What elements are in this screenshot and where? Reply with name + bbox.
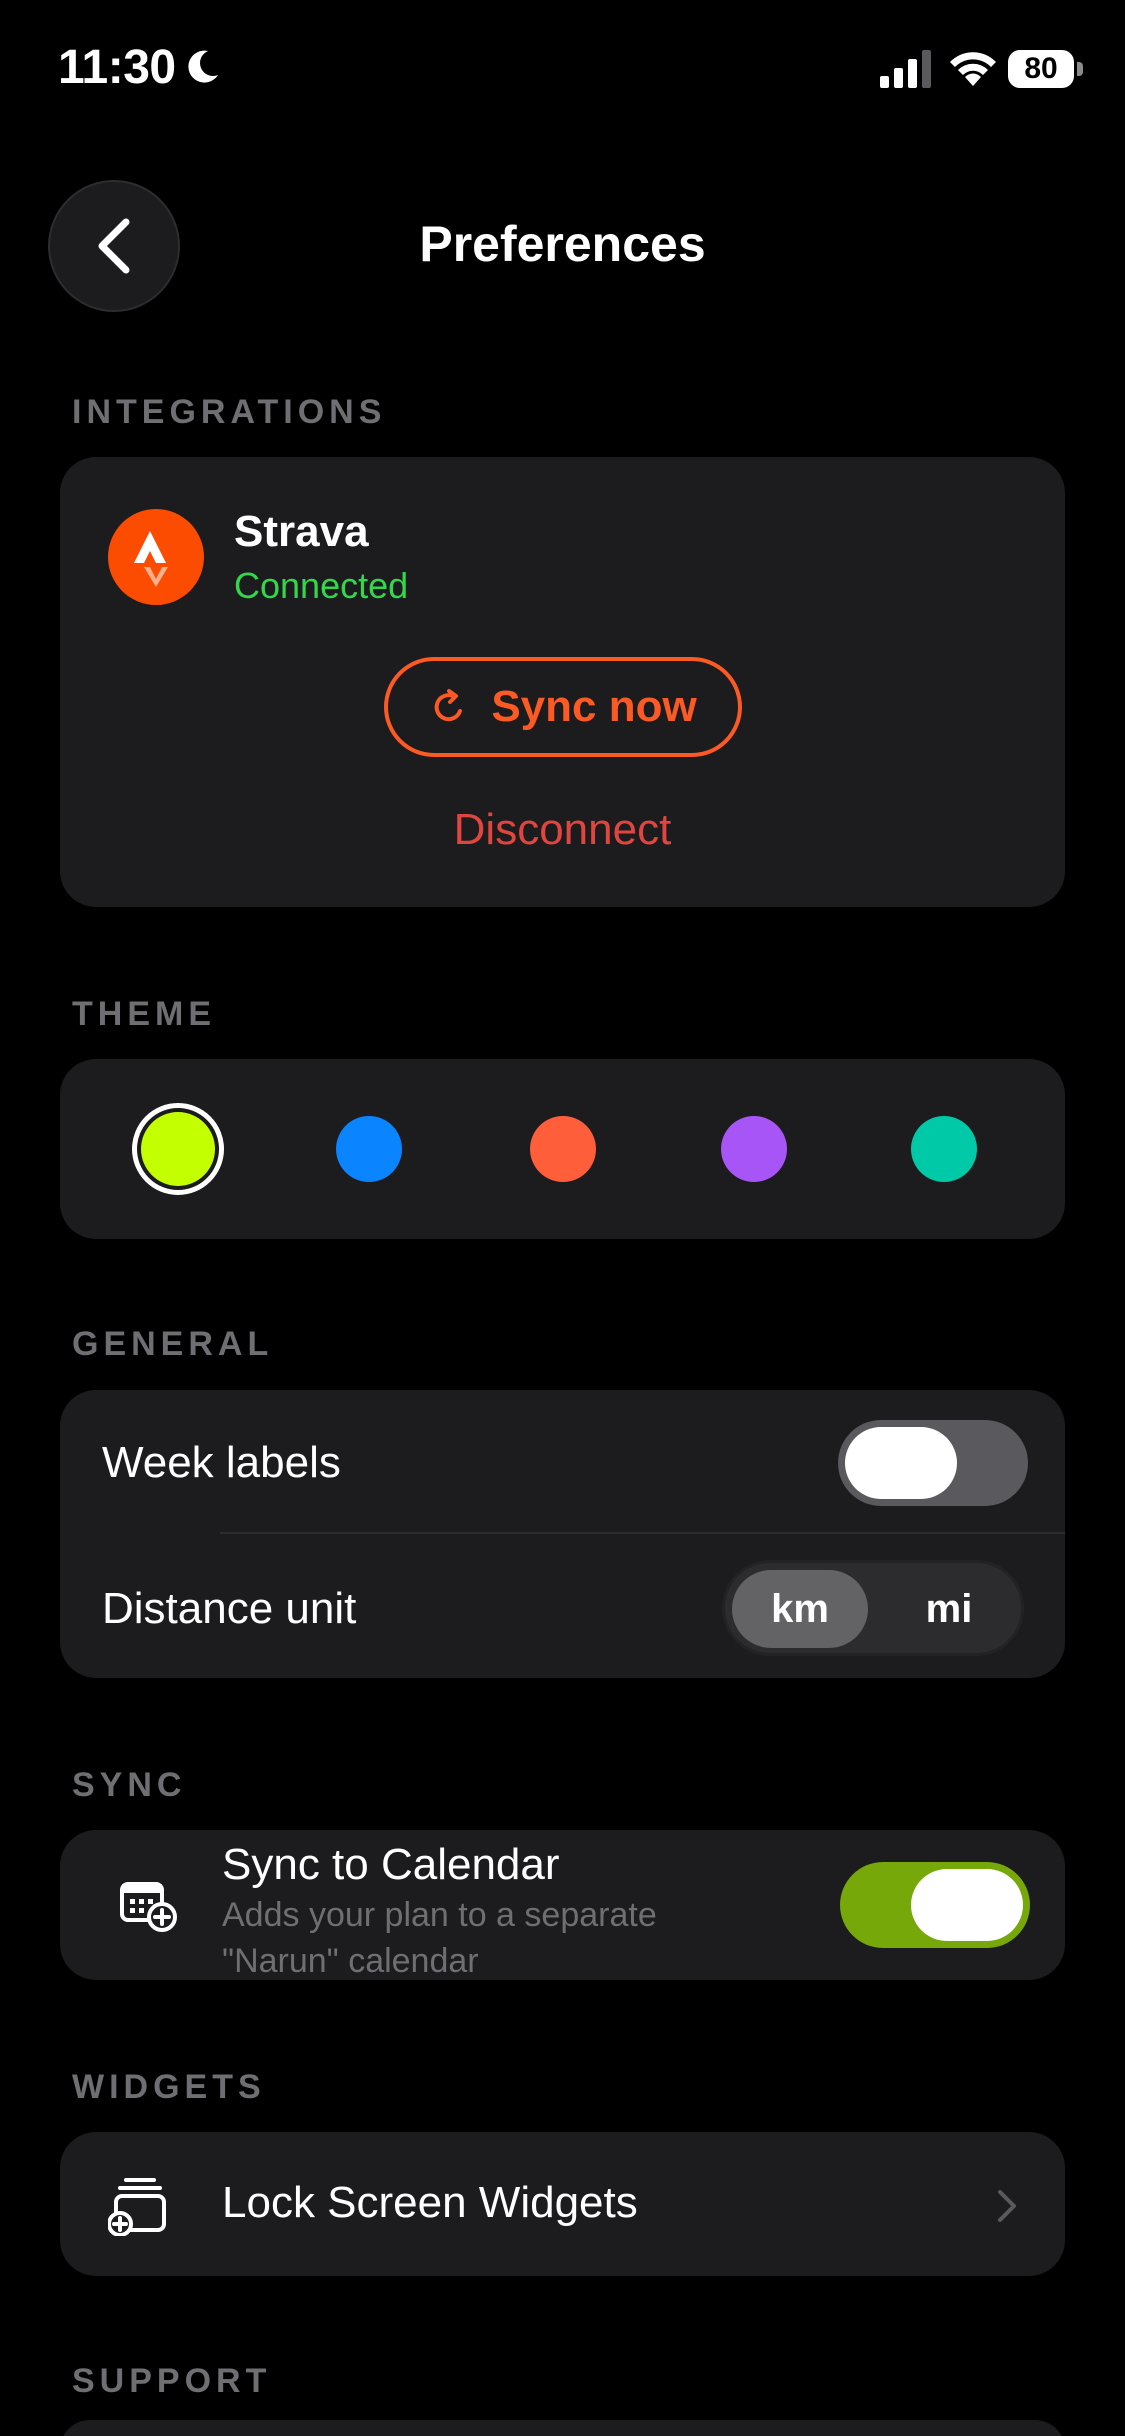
service-status: Connected	[234, 565, 409, 606]
distance-unit-selector: km mi	[722, 1560, 1024, 1656]
section-header-support: SUPPORT	[72, 2362, 272, 2400]
wifi-icon	[950, 52, 996, 86]
theme-swatch-blue[interactable]	[336, 1116, 402, 1182]
unit-option-mi[interactable]: mi	[881, 1570, 1017, 1648]
sync-now-button[interactable]: Sync now	[384, 657, 742, 757]
theme-card	[60, 1059, 1065, 1239]
status-time: 11:30	[58, 41, 176, 94]
lock-screen-widgets-row[interactable]: Lock Screen Widgets	[60, 2132, 1065, 2276]
preferences-screen: 11:30 80 Preferences INTEGRATIONS Strava…	[0, 0, 1125, 2436]
support-card	[60, 2420, 1065, 2436]
calendar-add-icon	[120, 1882, 177, 1932]
unit-option-km[interactable]: km	[732, 1570, 868, 1648]
sync-calendar-subtitle: Adds your plan to a separate "Narun" cal…	[222, 1896, 657, 1980]
strava-logo	[108, 509, 204, 605]
battery-cap	[1077, 62, 1083, 76]
service-name: Strava	[234, 507, 369, 556]
lock-screen-widgets-label: Lock Screen Widgets	[222, 2178, 638, 2227]
integrations-card: Strava Connected Sync now Disconnect	[60, 457, 1065, 907]
page-title: Preferences	[419, 216, 706, 272]
battery-level: 80	[1008, 50, 1074, 88]
refresh-icon	[434, 689, 463, 722]
row-divider	[220, 1532, 1065, 1534]
section-header-general: GENERAL	[72, 1325, 274, 1363]
moon-icon	[188, 50, 218, 83]
toggle-knob	[845, 1427, 957, 1499]
strava-icon	[134, 531, 168, 587]
distance-unit-label: Distance unit	[102, 1584, 357, 1633]
disconnect-button[interactable]: Disconnect	[60, 805, 1065, 855]
sync-calendar-toggle[interactable]	[840, 1862, 1030, 1948]
theme-swatch-lime-fill	[141, 1112, 215, 1186]
section-header-integrations: INTEGRATIONS	[72, 393, 387, 431]
general-card: Week labels Distance unit km mi	[60, 1390, 1065, 1678]
widget-stack-icon	[108, 2178, 166, 2236]
sync-now-label: Sync now	[491, 682, 697, 731]
theme-swatch-orange[interactable]	[530, 1116, 596, 1182]
battery-icon: 80	[1008, 50, 1083, 88]
section-header-sync: SYNC	[72, 1766, 187, 1804]
theme-swatch-teal[interactable]	[911, 1116, 977, 1182]
section-header-widgets: WIDGETS	[72, 2068, 266, 2106]
sync-card: Sync to Calendar Adds your plan to a sep…	[60, 1830, 1065, 1980]
week-labels-toggle[interactable]	[838, 1420, 1028, 1506]
theme-swatch-purple[interactable]	[721, 1116, 787, 1182]
section-header-theme: THEME	[72, 995, 216, 1033]
theme-swatch-lime[interactable]	[132, 1103, 224, 1195]
cellular-signal-icon	[880, 50, 931, 88]
chevron-right-icon	[998, 2190, 1016, 2222]
week-labels-label: Week labels	[102, 1438, 341, 1487]
toggle-knob	[911, 1869, 1023, 1941]
status-bar: 11:30 80	[0, 0, 1125, 140]
sync-calendar-title: Sync to Calendar	[222, 1840, 560, 1889]
